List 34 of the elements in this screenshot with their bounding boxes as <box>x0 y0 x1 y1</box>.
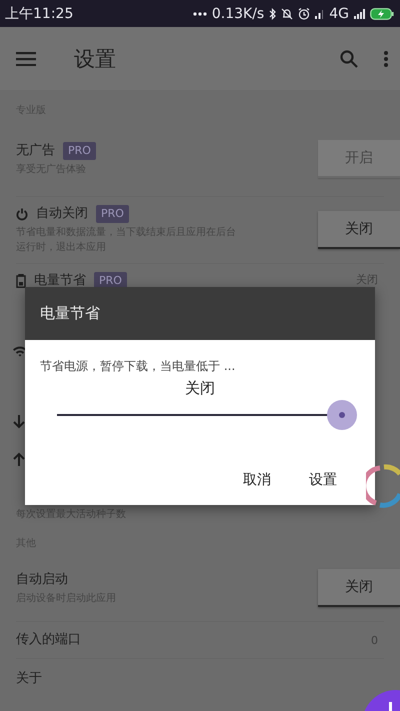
page-title: 设置 <box>74 46 117 72</box>
bluetooth-icon <box>269 8 276 20</box>
more-options-icon[interactable] <box>384 50 388 66</box>
upload-arrow-icon <box>13 452 25 466</box>
signal-icon <box>315 8 324 18</box>
clock-time: 上午11:25 <box>5 4 74 22</box>
dialog-message: 节省电源，暂停下载，当电量低于 ... <box>40 358 236 375</box>
floating-ring-icon[interactable] <box>366 462 400 508</box>
alarm-icon <box>298 8 310 20</box>
battery-charging-icon <box>370 8 394 20</box>
network-speed: 0.13K/s <box>212 6 264 22</box>
menu-icon[interactable] <box>16 52 36 66</box>
setting-title: 无广告 <box>16 142 55 160</box>
signal-icon <box>354 8 365 18</box>
network-type: 4G <box>329 6 349 22</box>
pro-badge: PRO <box>63 142 96 160</box>
muted-bell-icon <box>281 8 294 20</box>
setting-title: 电量节省 <box>34 272 86 290</box>
slider-value: 关闭 <box>185 379 215 398</box>
more-dots-icon <box>192 12 207 16</box>
setting-title: 传入的端口 <box>16 631 81 649</box>
about-link[interactable]: 关于 <box>16 669 42 687</box>
setting-title: 自动关闭 <box>36 205 88 223</box>
toggle-button[interactable]: 关闭 <box>318 569 400 607</box>
setting-title: 自动启动 <box>16 570 68 588</box>
download-arrow-icon <box>13 415 25 429</box>
toggle-button[interactable]: 关闭 <box>318 211 400 249</box>
power-icon <box>16 208 28 220</box>
search-icon[interactable] <box>340 50 358 68</box>
pro-badge: PRO <box>96 205 129 223</box>
battery-icon <box>16 274 26 288</box>
dialog-button[interactable]: 取消 <box>237 467 277 493</box>
dialog-title: 电量节省 <box>40 304 100 323</box>
dialog-button[interactable]: 设置 <box>303 467 343 493</box>
